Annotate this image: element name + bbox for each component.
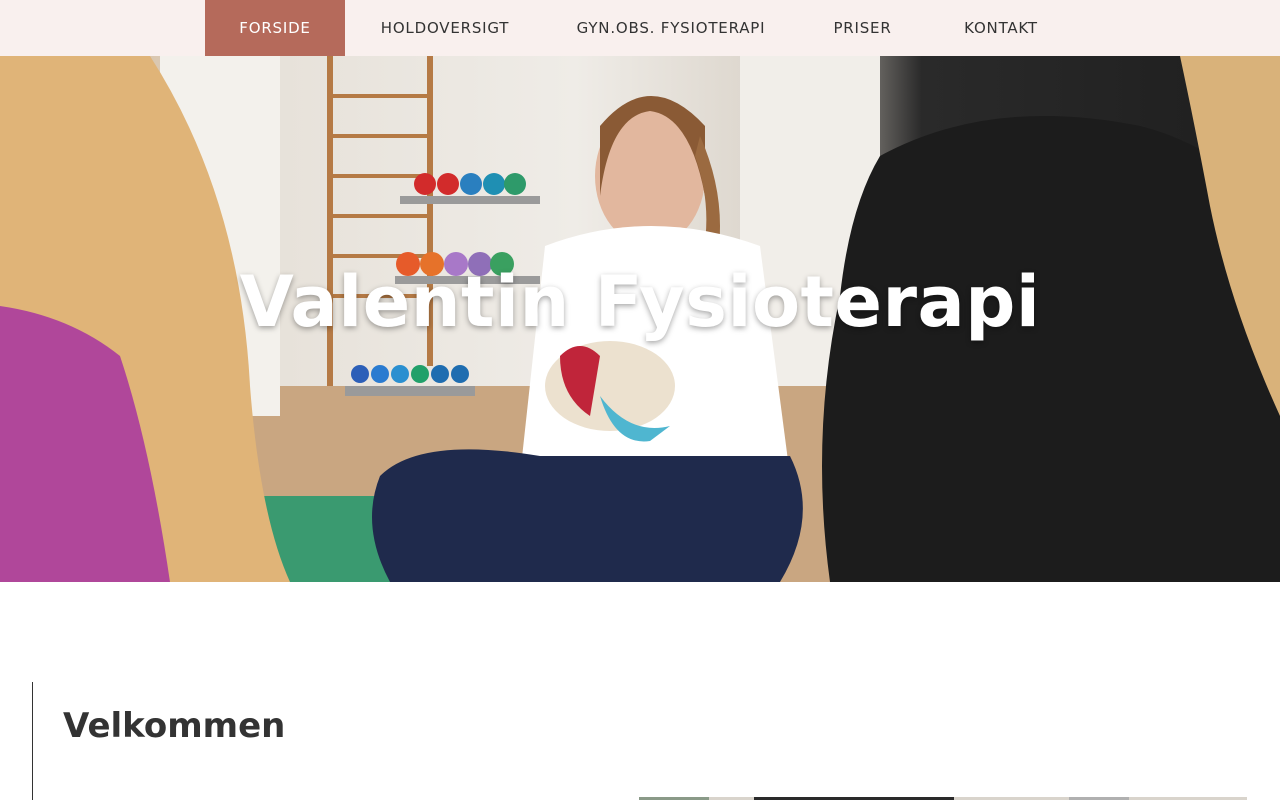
nav-item-holdoversigt[interactable]: HOLDOVERSIGT <box>345 0 545 56</box>
welcome-heading: Velkommen <box>63 706 286 746</box>
nav-item-forside[interactable]: FORSIDE <box>205 0 345 56</box>
hero-banner: Valentin Fysioterapi <box>0 56 1280 582</box>
welcome-divider <box>32 682 33 800</box>
nav-item-kontakt[interactable]: KONTAKT <box>928 0 1074 56</box>
nav-item-priser[interactable]: PRISER <box>797 0 928 56</box>
nav-item-gyn-obs-fysioterapi[interactable]: GYN.OBS. FYSIOTERAPI <box>545 0 797 56</box>
top-navigation: FORSIDE HOLDOVERSIGT GYN.OBS. FYSIOTERAP… <box>0 0 1280 56</box>
hero-title: Valentin Fysioterapi <box>239 261 1041 343</box>
gallery-image <box>639 791 1247 800</box>
